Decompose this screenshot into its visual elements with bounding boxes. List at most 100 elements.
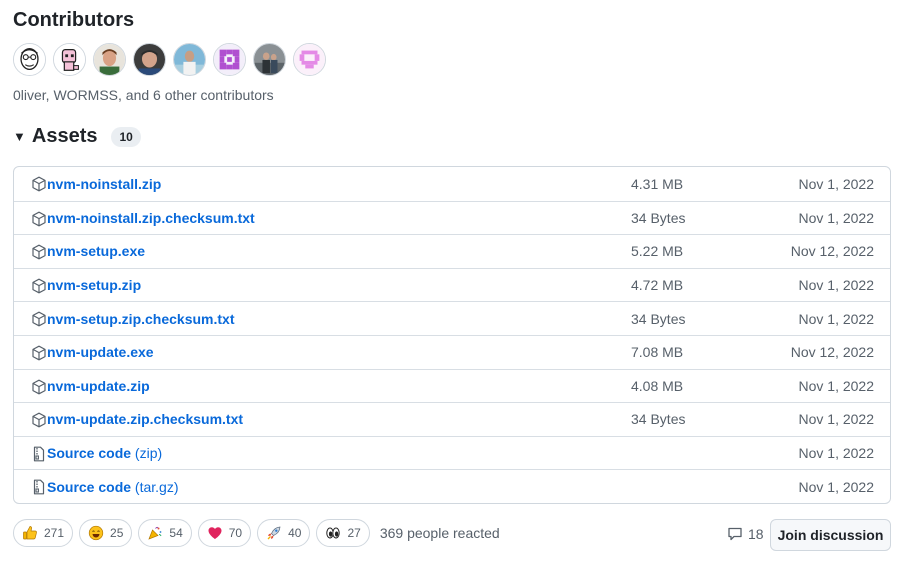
contributors-summary[interactable]: 0liver, WORMSS, and 6 other contributors xyxy=(13,87,274,103)
reaction-button[interactable]: 70 xyxy=(197,519,252,547)
asset-date: Nov 1, 2022 xyxy=(798,478,875,495)
package-icon xyxy=(32,244,46,260)
asset-name: nvm-update.zip xyxy=(47,377,150,394)
asset-size: 5.22 MB xyxy=(631,243,684,260)
avatar[interactable] xyxy=(293,43,326,76)
thumbs-up-icon xyxy=(23,526,37,540)
asset-date: Nov 1, 2022 xyxy=(798,310,875,327)
asset-size: 7.08 MB xyxy=(631,344,684,361)
asset-row: Source code (tar.gz) Nov 1, 2022 xyxy=(14,469,890,503)
package-icon xyxy=(32,311,46,327)
comment-count: 18 xyxy=(748,526,764,542)
package-icon xyxy=(32,176,46,192)
asset-date: Nov 1, 2022 xyxy=(798,377,875,394)
asset-date: Nov 1, 2022 xyxy=(798,277,875,294)
avatar[interactable] xyxy=(173,43,206,76)
reaction-button[interactable]: 40 xyxy=(257,519,311,547)
reaction-count: 54 xyxy=(169,526,183,540)
asset-row: nvm-setup.zip.checksum.txt 34 Bytes Nov 1,… xyxy=(14,301,890,335)
asset-date: Nov 12, 2022 xyxy=(790,344,874,361)
hooray-icon xyxy=(148,526,162,540)
avatar[interactable] xyxy=(213,43,246,76)
asset-link[interactable]: nvm-noinstall.zip xyxy=(47,176,161,192)
asset-name: nvm-update.exe xyxy=(47,344,154,361)
reaction-count: 40 xyxy=(288,526,302,540)
asset-row: nvm-update.zip 4.08 MB Nov 1, 2022 xyxy=(14,368,890,403)
asset-link[interactable]: nvm-noinstall.zip.checksum.txt xyxy=(47,210,255,226)
avatar[interactable] xyxy=(53,43,86,76)
avatar[interactable] xyxy=(13,43,46,76)
asset-row: nvm-setup.zip 4.72 MB Nov 1, 2022 xyxy=(14,267,890,302)
package-icon xyxy=(32,345,46,361)
asset-date: Nov 1, 2022 xyxy=(798,175,875,192)
asset-row: Source code (zip) Nov 1, 2022 xyxy=(14,435,890,470)
contributors-avatars xyxy=(13,43,326,76)
asset-name: nvm-update.zip.checksum.txt xyxy=(47,411,244,428)
package-icon xyxy=(32,211,46,226)
reaction-button[interactable]: 25 xyxy=(79,519,133,547)
reaction-count: 27 xyxy=(347,526,361,540)
eyes-icon xyxy=(326,527,341,539)
asset-size: 34 Bytes xyxy=(631,411,686,428)
reactions-bar: 271 25 54 70 40 27 369 people reacted xyxy=(13,519,500,547)
assets-title: Assets xyxy=(31,125,98,147)
asset-row: nvm-update.exe 7.08 MB Nov 12, 2022 xyxy=(14,334,890,369)
heart-icon xyxy=(208,527,222,539)
release-footer: Contributors 0liver, WORMSS, and 6 other… xyxy=(0,0,899,562)
asset-size: 34 Bytes xyxy=(631,209,686,226)
file-zip-icon xyxy=(33,446,45,462)
asset-date: Nov 12, 2022 xyxy=(790,243,874,260)
asset-link[interactable]: nvm-setup.zip.checksum.txt xyxy=(47,311,235,327)
asset-ext: (tar.gz) xyxy=(131,478,179,495)
asset-row: nvm-noinstall.zip 4.31 MB Nov 1, 2022 xyxy=(14,167,890,201)
comment-icon xyxy=(728,527,742,541)
asset-row: nvm-update.zip.checksum.txt 34 Bytes Nov 1… xyxy=(14,402,890,436)
assets-list: nvm-noinstall.zip 4.31 MB Nov 1, 2022 nvm-n… xyxy=(13,166,891,504)
asset-size: 4.31 MB xyxy=(631,175,684,192)
asset-name: nvm-noinstall.zip xyxy=(47,175,162,192)
asset-row: nvm-setup.exe 5.22 MB Nov 12, 2022 xyxy=(14,234,890,268)
avatar[interactable] xyxy=(133,43,166,76)
asset-link[interactable]: nvm-setup.zip xyxy=(47,277,141,293)
asset-name: nvm-setup.zip.checksum.txt xyxy=(47,310,235,327)
contributors-title: Contributors xyxy=(13,9,135,31)
file-zip-icon xyxy=(33,479,45,495)
asset-link[interactable]: nvm-update.zip.checksum.txt xyxy=(47,411,243,427)
asset-size: 4.08 MB xyxy=(631,377,684,394)
asset-row: nvm-noinstall.zip.checksum.txt 34 Bytes No… xyxy=(14,200,890,235)
asset-date: Nov 1, 2022 xyxy=(798,445,875,462)
laugh-icon xyxy=(88,525,104,541)
join-discussion-button[interactable]: Join discussion xyxy=(770,519,891,551)
avatar[interactable] xyxy=(93,43,126,76)
asset-name: nvm-setup.zip xyxy=(47,277,142,294)
asset-date: Nov 1, 2022 xyxy=(798,209,875,226)
asset-link[interactable]: nvm-setup.exe xyxy=(47,243,145,259)
reaction-count: 70 xyxy=(228,526,243,540)
asset-name: nvm-noinstall.zip.checksum.txt xyxy=(47,209,255,226)
discussion-comments[interactable]: 18 xyxy=(727,526,764,542)
package-icon xyxy=(32,412,46,428)
asset-date: Nov 1, 2022 xyxy=(798,411,875,428)
asset-link[interactable]: nvm-update.exe xyxy=(47,344,154,360)
asset-name: Source code xyxy=(47,445,132,462)
asset-size: 4.72 MB xyxy=(631,277,684,294)
package-icon xyxy=(32,278,46,294)
triangle-down-icon[interactable]: ▼ xyxy=(13,129,26,144)
reaction-button[interactable]: 271 xyxy=(13,519,74,547)
reaction-button[interactable]: 54 xyxy=(138,519,192,547)
package-icon xyxy=(32,379,46,394)
avatar[interactable] xyxy=(253,43,286,76)
reaction-count: 271 xyxy=(44,526,65,540)
assets-header[interactable]: ▼ Assets 10 xyxy=(13,125,141,148)
rocket-icon xyxy=(267,526,281,540)
assets-count-badge: 10 xyxy=(111,126,141,147)
asset-ext: (zip) xyxy=(131,445,163,462)
asset-size: 34 Bytes xyxy=(631,310,686,327)
reaction-button[interactable]: 27 xyxy=(316,519,370,547)
asset-name: nvm-setup.exe xyxy=(47,243,146,260)
asset-link[interactable]: Source code (zip) xyxy=(47,445,162,461)
asset-link[interactable]: nvm-update.zip xyxy=(47,378,150,394)
asset-link[interactable]: Source code (tar.gz) xyxy=(47,479,179,495)
reaction-count: 25 xyxy=(110,526,124,540)
reactions-summary[interactable]: 369 people reacted xyxy=(380,525,500,541)
